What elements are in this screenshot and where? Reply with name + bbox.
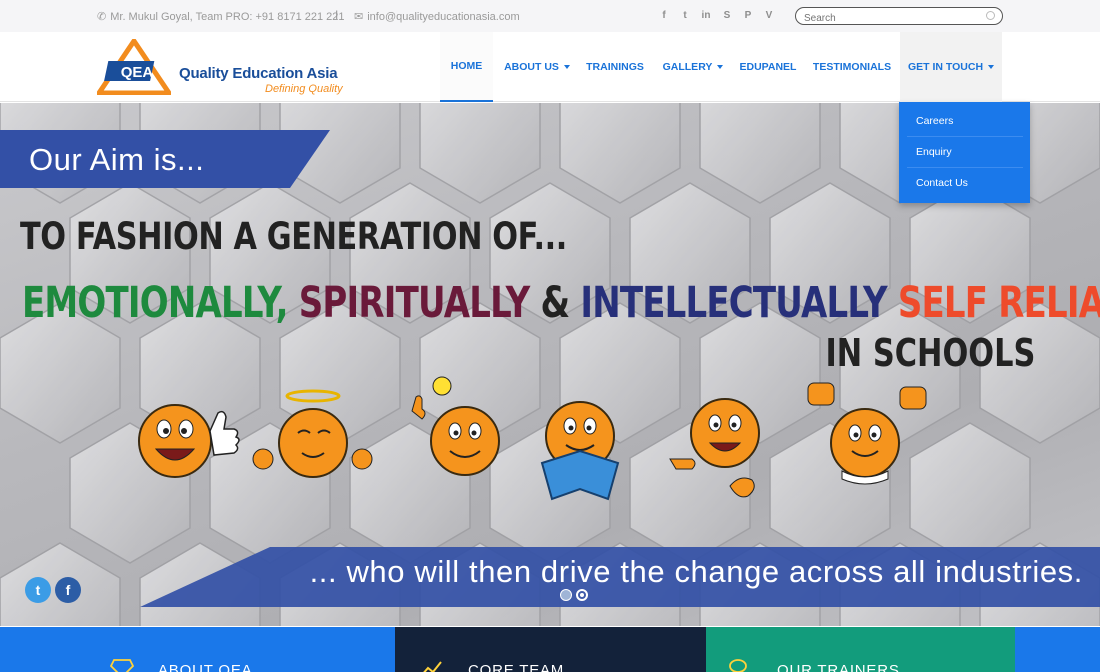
- smiley-thumbs-up-icon: [138, 404, 240, 478]
- caret-down-icon: [563, 65, 570, 69]
- tile-about-label: ABOUT QEA: [158, 662, 253, 672]
- nav-about-us[interactable]: ABOUT US: [497, 32, 577, 102]
- slide-line3: IN SCHOOLS: [825, 331, 1035, 375]
- brand-tagline: Defining Quality: [265, 83, 343, 95]
- pinterest-icon[interactable]: P: [741, 8, 755, 22]
- smiley-pointing-icon: [669, 398, 760, 498]
- get-in-touch-dropdown: Careers Enquiry Contact Us: [899, 102, 1030, 203]
- nav-edupanel[interactable]: EDUPANEL: [735, 32, 801, 102]
- chat-icon: [729, 659, 747, 672]
- nav-trainings-label: TRAININGS: [586, 61, 644, 73]
- smiley-reading-icon: [540, 401, 620, 501]
- chart-icon: [423, 661, 442, 672]
- tile-about-qea[interactable]: ABOUT QEA: [0, 627, 395, 672]
- logo-text: QEA: [121, 64, 154, 81]
- word-spiritually: SPIRITUALLY: [298, 278, 541, 328]
- tile-core-team[interactable]: CORE TEAM: [395, 627, 706, 672]
- envelope-icon: ✉: [354, 11, 364, 23]
- phone-contact: ✆ Mr. Mukul Goyal, Team PRO: +91 8171 22…: [97, 10, 345, 24]
- nav-testimonials-label: TESTIMONIALS: [812, 61, 892, 73]
- top-bar: ✆ Mr. Mukul Goyal, Team PRO: +91 8171 22…: [0, 0, 1100, 32]
- caret-down-icon: [717, 65, 724, 69]
- slider-dot-2[interactable]: [576, 589, 588, 601]
- tile-trainers-label: OUR TRAINERS: [777, 662, 900, 672]
- search-input[interactable]: [796, 10, 976, 27]
- nav-get-in-touch-label: GET IN TOUCH: [907, 61, 984, 73]
- twitter-icon[interactable]: t: [678, 8, 692, 22]
- slider-dot-1[interactable]: [560, 589, 572, 601]
- qea-logo-icon[interactable]: QEA: [97, 39, 171, 95]
- nav-home-label: HOME: [450, 60, 483, 72]
- nav-gallery[interactable]: GALLERY: [658, 32, 728, 102]
- word-intellectually: INTELLECTUALLY: [580, 278, 898, 328]
- diamond-icon: [110, 659, 134, 672]
- twitter-share-icon[interactable]: t: [25, 577, 51, 603]
- nav-testimonials[interactable]: TESTIMONIALS: [808, 32, 896, 102]
- dropdown-item-enquiry[interactable]: Enquiry: [907, 137, 1023, 168]
- tile-core-team-label: CORE TEAM: [468, 662, 565, 672]
- word-emotionally: EMOTIONALLY,: [22, 278, 299, 328]
- smiley-cheering-icon: [807, 382, 927, 485]
- dropdown-item-contact-us[interactable]: Contact Us: [907, 168, 1023, 199]
- slider-pagination: [560, 589, 588, 601]
- smiley-illustrations: [138, 376, 927, 501]
- nav-gallery-label: GALLERY: [662, 61, 713, 73]
- word-and: &: [540, 278, 581, 328]
- tile-our-trainers[interactable]: OUR TRAINERS: [706, 627, 1015, 672]
- smiley-angel-icon: [252, 389, 373, 478]
- slide-line1: TO FASHION A GENERATION OF...: [20, 215, 567, 258]
- nav-trainings[interactable]: TRAININGS: [580, 32, 650, 102]
- vimeo-icon[interactable]: V: [762, 8, 776, 22]
- nav-home[interactable]: HOME: [440, 32, 493, 102]
- skype-icon[interactable]: S: [720, 8, 734, 22]
- nav-about-label: ABOUT US: [504, 61, 559, 73]
- dropdown-item-careers[interactable]: Careers: [907, 106, 1023, 137]
- facebook-share-icon[interactable]: f: [55, 577, 81, 603]
- nav-get-in-touch[interactable]: GET IN TOUCH: [900, 32, 1002, 102]
- caret-down-icon: [988, 65, 995, 69]
- linkedin-icon[interactable]: in: [699, 8, 713, 22]
- topbar-separator: I: [335, 8, 339, 22]
- aim-heading: Our Aim is...: [29, 142, 205, 177]
- search-box[interactable]: [795, 7, 1003, 27]
- phone-text: Mr. Mukul Goyal, Team PRO: +91 8171 221 …: [110, 10, 345, 23]
- slide-bottom-text: ... who will then drive the change acros…: [309, 554, 1083, 589]
- email-text[interactable]: info@qualityeducationasia.com: [367, 11, 519, 23]
- social-links: f t in S P V: [657, 8, 776, 22]
- email-contact[interactable]: ✉ info@qualityeducationasia.com: [354, 10, 520, 24]
- smiley-idea-icon: [411, 376, 500, 476]
- brand-name[interactable]: Quality Education Asia: [179, 65, 338, 82]
- search-icon[interactable]: [986, 11, 995, 20]
- slide-line2: EMOTIONALLY, SPIRITUALLY & INTELLECTUALL…: [22, 278, 1100, 328]
- nav-edupanel-label: EDUPANEL: [739, 61, 797, 73]
- word-self-reliant-leaders: SELF RELIANT LEADERS: [897, 278, 1100, 328]
- phone-icon: ✆: [97, 11, 107, 23]
- facebook-icon[interactable]: f: [657, 8, 671, 22]
